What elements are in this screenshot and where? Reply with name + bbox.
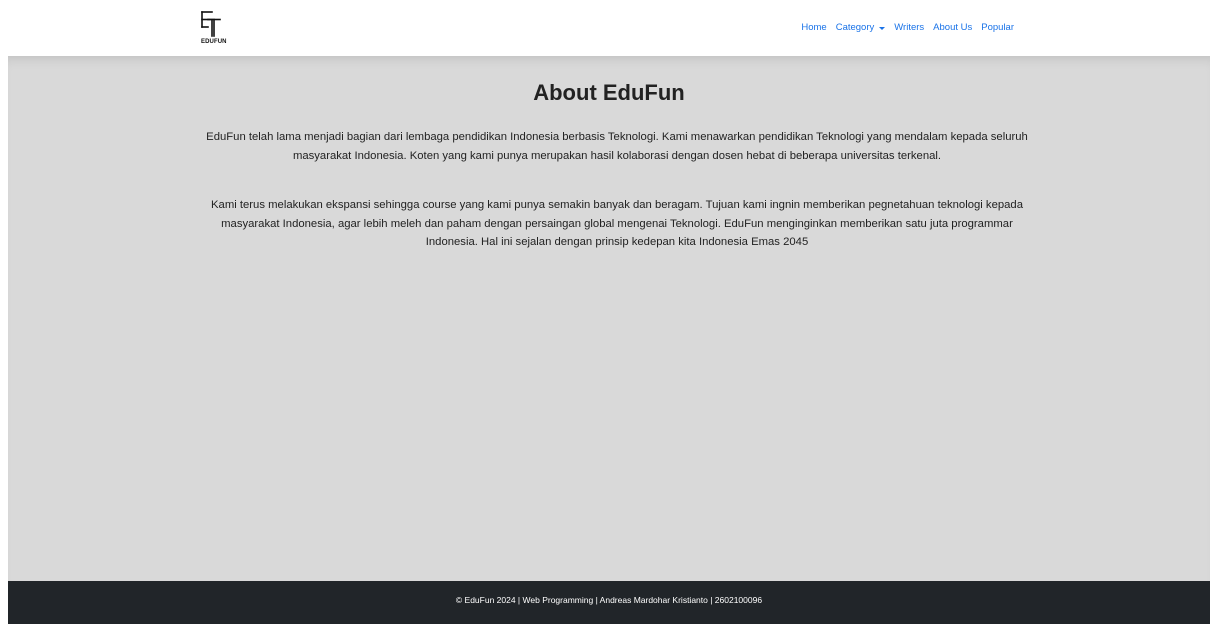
nav-category-label: Category bbox=[835, 22, 875, 33]
about-paragraph-1: EduFun telah lama menjadi bagian dari le… bbox=[206, 131, 1028, 162]
navbar: EDUFUN Home Category Writers About Us Po… bbox=[0, 0, 1210, 56]
nav-popular-link[interactable]: Popular bbox=[981, 22, 1014, 33]
nav-home-link[interactable]: Home bbox=[801, 22, 826, 33]
brand-logo[interactable]: EDUFUN bbox=[200, 9, 240, 49]
edufun-logo-icon bbox=[201, 11, 221, 37]
main-content: About EduFun EduFun telah lama menjadi b… bbox=[8, 56, 1210, 581]
nav-links: Home Category Writers About Us Popular bbox=[792, 22, 1014, 33]
nav-about-us-link[interactable]: About Us bbox=[933, 22, 972, 33]
nav-writers-link[interactable]: Writers bbox=[894, 22, 924, 33]
logo-text: EDUFUN bbox=[201, 39, 227, 45]
about-paragraph-2: Kami terus melakukan ekspansi sehingga c… bbox=[211, 199, 1023, 249]
nav-category-dropdown[interactable]: Category bbox=[836, 22, 886, 33]
page: EDUFUN Home Category Writers About Us Po… bbox=[0, 0, 1210, 624]
page-title: About EduFun bbox=[533, 80, 685, 105]
caret-down-icon bbox=[879, 26, 886, 30]
footer-text: © EduFun 2024 | Web Programming | Andrea… bbox=[455, 595, 763, 605]
footer: © EduFun 2024 | Web Programming | Andrea… bbox=[8, 581, 1210, 624]
